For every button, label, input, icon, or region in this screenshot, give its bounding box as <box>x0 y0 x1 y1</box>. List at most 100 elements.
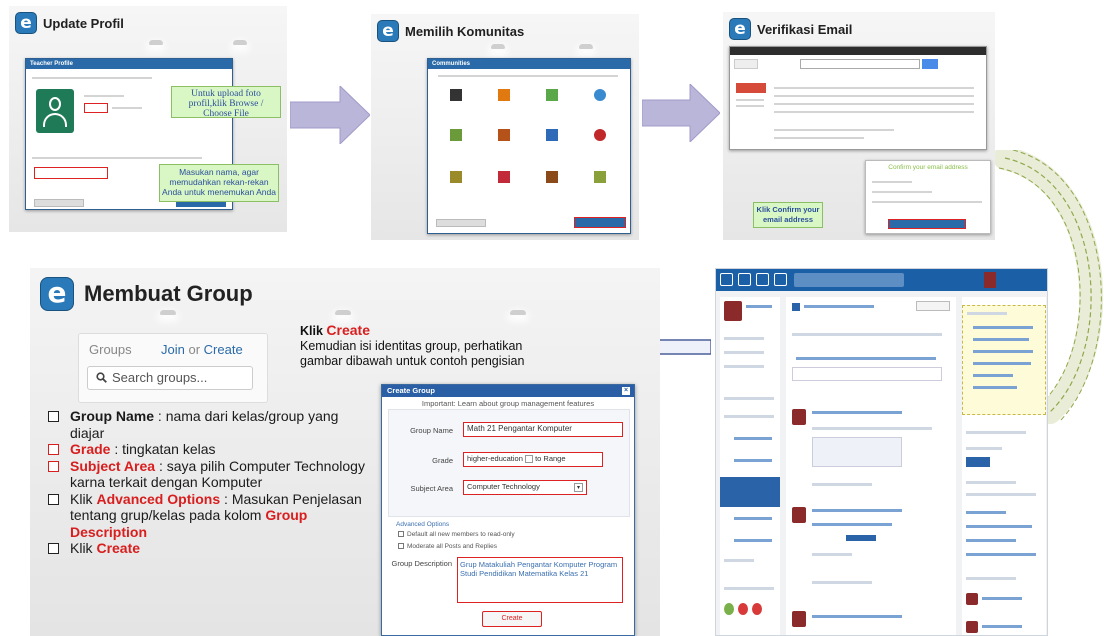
avatar <box>792 409 806 425</box>
list-term: Subject Area <box>70 457 156 474</box>
arrow-right-icon <box>290 86 370 144</box>
search-placeholder: Search groups... <box>112 370 208 385</box>
window-title: Communities <box>428 59 630 69</box>
list-item: Klik Create <box>46 540 366 557</box>
option-moderate[interactable]: Moderate all Posts and Replies <box>398 543 497 550</box>
dialog-title-bar: Create Group × <box>382 385 634 397</box>
group-name-label: Group Name <box>410 426 453 435</box>
option-read-only-label: Default all new members to read-only <box>407 531 515 538</box>
avatar-placeholder-icon <box>36 89 74 133</box>
community-icon[interactable] <box>594 129 606 141</box>
join-create-links: Join or Create <box>161 342 243 357</box>
list-prefix: Klik <box>70 490 97 507</box>
community-icon[interactable] <box>546 171 558 183</box>
checkbox-bullet-icon <box>48 543 59 554</box>
community-icon[interactable] <box>498 171 510 183</box>
step-title-text: Memilih Komunitas <box>405 23 525 39</box>
community-icon[interactable] <box>450 171 462 183</box>
instruction-line-2: Kemudian isi identitas group, perhatikan <box>300 339 523 353</box>
option-read-only[interactable]: Default all new members to read-only <box>398 531 515 538</box>
close-icon[interactable]: × <box>622 387 630 395</box>
communities-window: Communities <box>427 58 631 234</box>
info-panel <box>962 305 1046 415</box>
lamp-icon <box>491 44 505 49</box>
create-link[interactable]: Create <box>204 342 243 357</box>
checkbox-bullet-icon <box>48 493 59 505</box>
avatar <box>966 621 978 633</box>
apps-icon[interactable] <box>774 273 787 286</box>
step-title: e Memilih Komunitas <box>377 20 524 42</box>
callout-confirm: Klik Confirm your email address <box>753 202 823 228</box>
groups-widget: Groups Join or Create Search groups... <box>78 333 268 403</box>
create-group-dialog: Create Group × Important: Learn about gr… <box>381 384 635 636</box>
home-icon[interactable] <box>720 273 733 286</box>
community-icon[interactable] <box>450 89 462 101</box>
search-input[interactable] <box>794 273 904 287</box>
window-title: Teacher Profile <box>26 59 232 69</box>
list-item: Klik Advanced Options : Masukan Penjelas… <box>46 491 366 541</box>
checkbox-bullet-icon <box>48 411 59 422</box>
grade-to-value: Range <box>543 454 566 463</box>
checkbox-bullet-icon <box>48 460 59 472</box>
callout-name: Masukan nama, agar memudahkan rekan-reka… <box>159 164 279 202</box>
confirm-email-button[interactable] <box>888 219 966 229</box>
e-logo-icon: e <box>15 12 37 34</box>
browse-button[interactable] <box>84 103 108 113</box>
community-icon[interactable] <box>546 89 558 101</box>
back-button[interactable] <box>34 199 84 207</box>
groups-label: Groups <box>89 342 132 357</box>
dialog-title: Create Group <box>387 386 435 395</box>
lamp-icon <box>510 310 526 315</box>
active-group-item[interactable] <box>720 477 780 507</box>
advanced-options-link[interactable]: Advanced Options <box>396 521 449 528</box>
create-button[interactable]: Create <box>482 611 542 627</box>
subject-value: Computer Technology <box>467 482 540 491</box>
library-icon[interactable] <box>738 273 751 286</box>
back-button[interactable] <box>436 219 486 227</box>
group-description-label: Group Description <box>391 559 452 568</box>
community-icon[interactable] <box>594 89 606 101</box>
avatar <box>792 611 806 627</box>
search-groups-input[interactable]: Search groups... <box>87 366 253 390</box>
subject-area-select[interactable]: Computer Technology ▾ <box>463 480 587 495</box>
list-prefix: Klik <box>70 540 97 556</box>
list-item: Subject Area : saya pilih Computer Techn… <box>46 458 366 491</box>
step-title-text: Update Profil <box>43 15 124 31</box>
step-title: e Verifikasi Email <box>729 18 852 40</box>
list-term: Group Name <box>70 408 155 424</box>
list-term: Advanced Options <box>96 490 221 507</box>
grade-value: higher-education <box>467 454 523 463</box>
name-field[interactable] <box>34 167 108 179</box>
chevron-down-icon: ▾ <box>574 483 583 492</box>
tutorial-diagram: e Update Profil Teacher Profile Untuk up… <box>0 0 1104 636</box>
option-moderate-label: Moderate all Posts and Replies <box>407 543 497 550</box>
planner-icon[interactable] <box>756 273 769 286</box>
grade-field[interactable]: higher-education to Range <box>463 452 603 467</box>
left-sidebar <box>720 297 780 635</box>
list-term: Grade <box>70 441 111 457</box>
community-icon[interactable] <box>498 89 510 101</box>
group-description-field[interactable]: Grup Matakuliah Pengantar Komputer Progr… <box>457 557 623 603</box>
community-icon[interactable] <box>546 129 558 141</box>
or-text: or <box>188 342 201 357</box>
list-sep: : <box>110 441 123 457</box>
group-name-field[interactable]: Math 21 Pengantar Komputer <box>463 422 623 437</box>
compose-button[interactable] <box>736 83 766 93</box>
instruction-text: Klik Create Kemudian isi identitas group… <box>300 323 524 369</box>
avatar[interactable] <box>984 272 996 288</box>
list-sep: : <box>154 408 166 424</box>
join-link[interactable]: Join <box>161 342 185 357</box>
community-icon[interactable] <box>594 171 606 183</box>
community-icon[interactable] <box>498 129 510 141</box>
avatar <box>792 507 806 523</box>
list-term: Create <box>96 540 141 556</box>
confirm-email-message: Confirm your email address <box>865 160 991 234</box>
community-icon[interactable] <box>450 129 462 141</box>
email-inbox-window <box>729 46 987 150</box>
search-icon <box>96 372 107 383</box>
next-button[interactable] <box>574 217 626 228</box>
field-explanation-list: Group Name : nama dari kelas/group yang … <box>46 408 366 557</box>
main-title: e Membuat Group <box>40 277 253 311</box>
main-title-text: Membuat Group <box>84 281 253 306</box>
callout-upload: Untuk upload foto profil,klik Browse / C… <box>171 86 281 119</box>
